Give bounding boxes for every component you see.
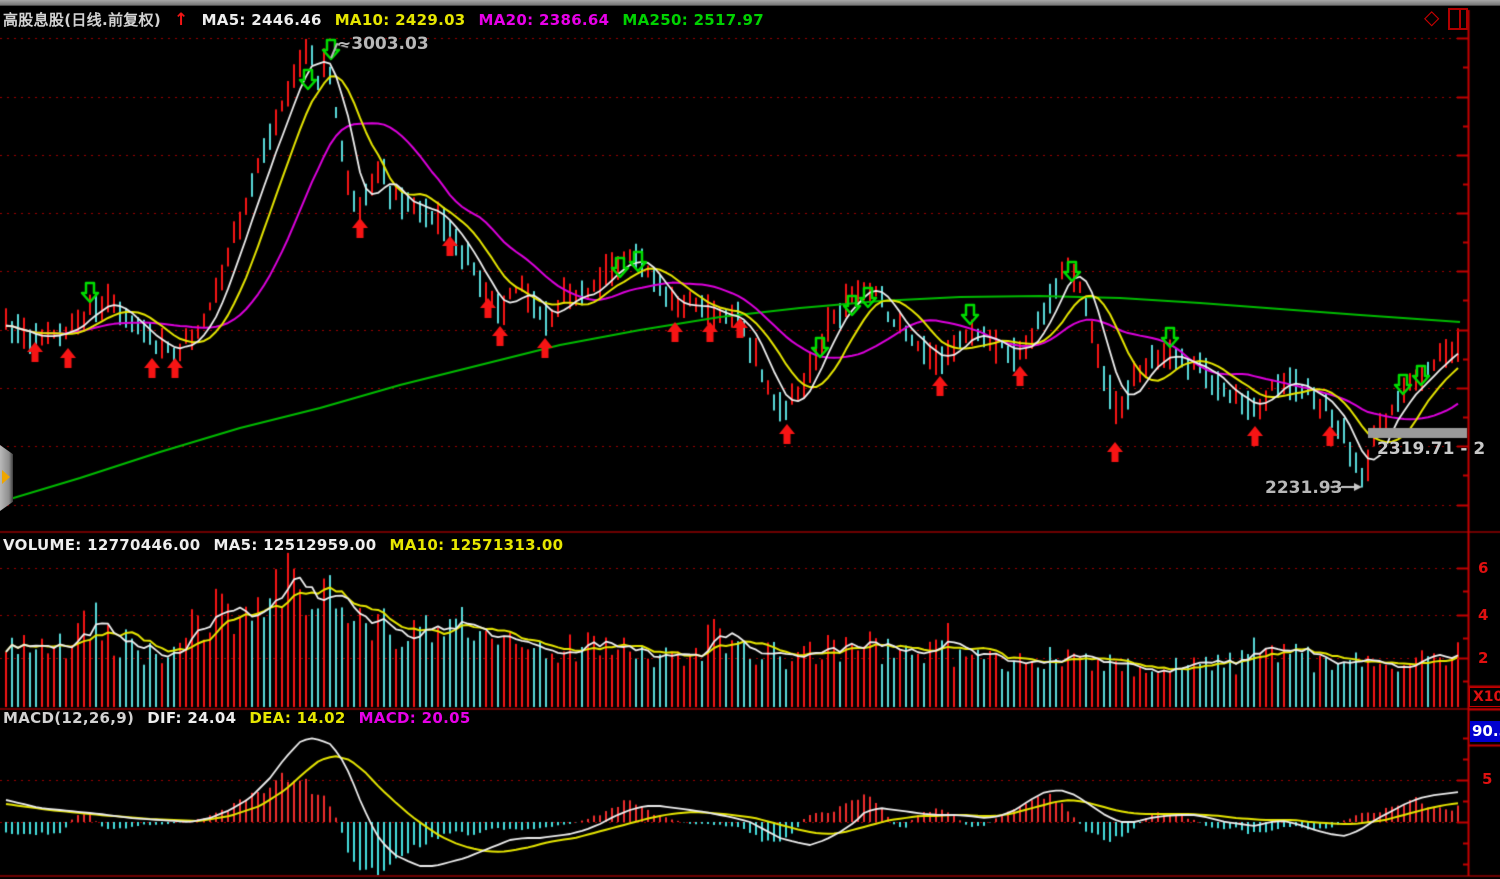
window-top-edge xyxy=(0,0,1500,6)
ma20-value: MA20: 2386.64 xyxy=(479,11,610,29)
volume-ma10-value: MA10: 12571313.00 xyxy=(390,536,564,554)
measure-range-label: 2319.71 - 2 xyxy=(1377,439,1485,459)
dea-value: DEA: 14.02 xyxy=(249,709,345,727)
volume-unit-badge[interactable]: X10 xyxy=(1469,687,1500,707)
volume-ma5-value: MA5: 12512959.00 xyxy=(213,536,376,554)
low-price-label: 2231.93 xyxy=(1265,478,1342,498)
window-icon[interactable] xyxy=(1448,8,1468,30)
volume-header: VOLUME: 12770446.00 MA5: 12512959.00 MA1… xyxy=(3,536,563,554)
volume-value: VOLUME: 12770446.00 xyxy=(3,536,200,554)
main-chart-header: 高股息股(日线.前复权) ↑ MA5: 2446.46 MA10: 2429.0… xyxy=(3,9,764,30)
trading-app-window: 高股息股(日线.前复权) ↑ MA5: 2446.46 MA10: 2429.0… xyxy=(0,0,1500,879)
ma250-value: MA250: 2517.97 xyxy=(622,11,764,29)
ma10-value: MA10: 2429.03 xyxy=(335,11,466,29)
macd-axis-label-50: 5 xyxy=(1482,770,1492,788)
macd-title: MACD(12,26,9) xyxy=(3,709,134,727)
up-arrow-icon: ↑ xyxy=(174,13,189,28)
volume-axis-label-2: 2 xyxy=(1478,649,1488,667)
macd-value: MACD: 20.05 xyxy=(359,709,471,727)
peak-price-label: ~3003.03 xyxy=(337,34,429,54)
macd-header: MACD(12,26,9) DIF: 24.04 DEA: 14.02 MACD… xyxy=(3,709,471,727)
volume-axis-label-4: 4 xyxy=(1478,606,1488,624)
diamond-icon[interactable]: ◇ xyxy=(1424,7,1439,27)
expand-arrow-icon xyxy=(2,470,10,484)
ma5-value: MA5: 2446.46 xyxy=(202,11,322,29)
macd-highlight-value: 90.5 xyxy=(1470,721,1500,742)
stock-chart-canvas[interactable] xyxy=(0,0,1500,879)
volume-axis-label-6: 6 xyxy=(1478,559,1488,577)
stock-title: 高股息股(日线.前复权) xyxy=(3,9,161,30)
dif-value: DIF: 24.04 xyxy=(147,709,236,727)
